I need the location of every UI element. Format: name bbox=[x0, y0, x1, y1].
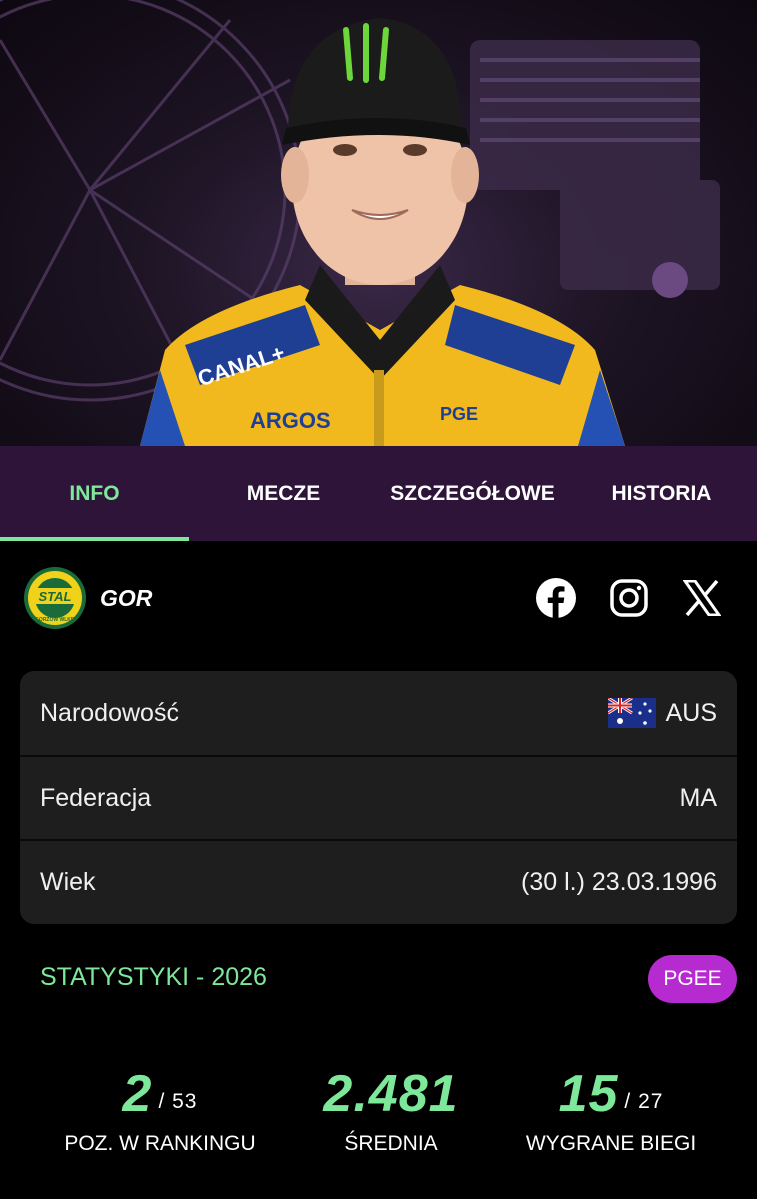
team-code: GOR bbox=[100, 585, 153, 611]
info-row-age: Wiek (30 l.) 23.03.1996 bbox=[20, 839, 737, 923]
info-value: (30 l.) 23.03.1996 bbox=[521, 867, 717, 896]
stat-value: 2 bbox=[122, 1065, 153, 1123]
svg-text:GORZÓW WLKP.: GORZÓW WLKP. bbox=[35, 615, 76, 623]
stat-label: ŚREDNIA bbox=[344, 1132, 438, 1155]
stat-average: 2.481 ŚREDNIA bbox=[266, 1060, 516, 1156]
tab-mecze[interactable]: MECZE bbox=[189, 446, 378, 541]
svg-text:STAL: STAL bbox=[39, 589, 72, 604]
tab-info[interactable]: INFO bbox=[0, 446, 189, 541]
info-row-federation: Federacja MA bbox=[20, 755, 737, 839]
tab-historia[interactable]: HISTORIA bbox=[567, 446, 756, 541]
info-value: AUS bbox=[665, 698, 717, 727]
tab-szczegolowe[interactable]: SZCZEGÓŁOWE bbox=[378, 446, 567, 541]
rider-photo: CANAL+ ARGOS PGE bbox=[0, 0, 757, 446]
stat-ranking: 2/ 53 POZ. W RANKINGU bbox=[35, 1060, 285, 1156]
info-label: Narodowość bbox=[40, 698, 179, 727]
rider-illustration: CANAL+ ARGOS PGE bbox=[0, 0, 720, 446]
league-badge[interactable]: PGEE bbox=[648, 955, 737, 1003]
stat-heats-won: 15/ 27 WYGRANE BIEGI bbox=[486, 1060, 736, 1156]
info-row-nationality: Narodowość AUS bbox=[20, 671, 737, 755]
stat-label: WYGRANE BIEGI bbox=[525, 1132, 697, 1155]
x-icon[interactable] bbox=[680, 576, 724, 620]
rider-info-card: Narodowość AUS Federacja MA Wiek (30 l.)… bbox=[20, 671, 737, 924]
info-label: Federacja bbox=[40, 783, 152, 812]
svg-text:PGE: PGE bbox=[440, 404, 478, 424]
team-logo[interactable]: STAL GORZÓW WLKP. bbox=[20, 566, 90, 630]
stat-total: / 53 bbox=[158, 1090, 198, 1113]
stats-title: STATYSTYKI - 2026 bbox=[40, 963, 267, 991]
stat-label: POZ. W RANKINGU bbox=[64, 1132, 256, 1155]
australia-flag-icon bbox=[607, 698, 656, 728]
facebook-icon[interactable] bbox=[534, 576, 578, 620]
tab-bar: INFO MECZE SZCZEGÓŁOWE HISTORIA bbox=[0, 446, 757, 541]
stat-total: / 27 bbox=[624, 1090, 664, 1113]
stat-value: 2.481 bbox=[323, 1065, 459, 1123]
svg-text:ARGOS: ARGOS bbox=[250, 408, 331, 433]
stat-value: 15 bbox=[558, 1065, 619, 1123]
info-value: MA bbox=[679, 783, 718, 812]
instagram-icon[interactable] bbox=[607, 576, 651, 620]
info-label: Wiek bbox=[40, 867, 96, 896]
team-row: STAL GORZÓW WLKP. GOR bbox=[0, 541, 757, 656]
